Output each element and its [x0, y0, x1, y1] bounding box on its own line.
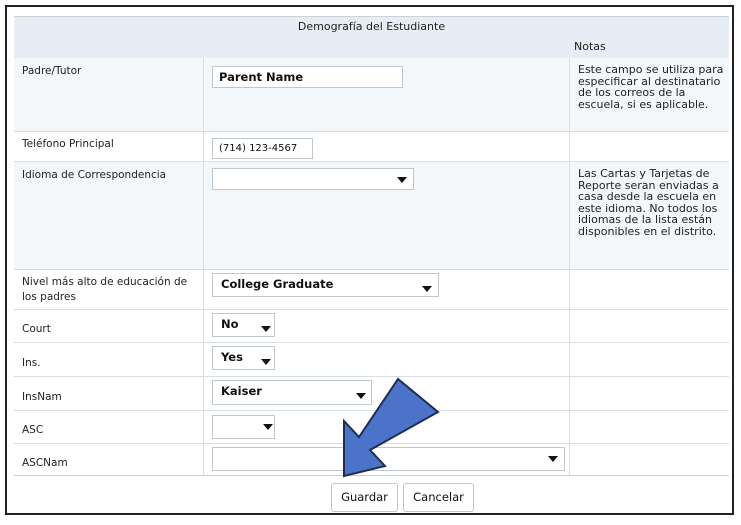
- arrow-shape: [343, 377, 440, 478]
- pointer-arrow-icon: [343, 377, 440, 478]
